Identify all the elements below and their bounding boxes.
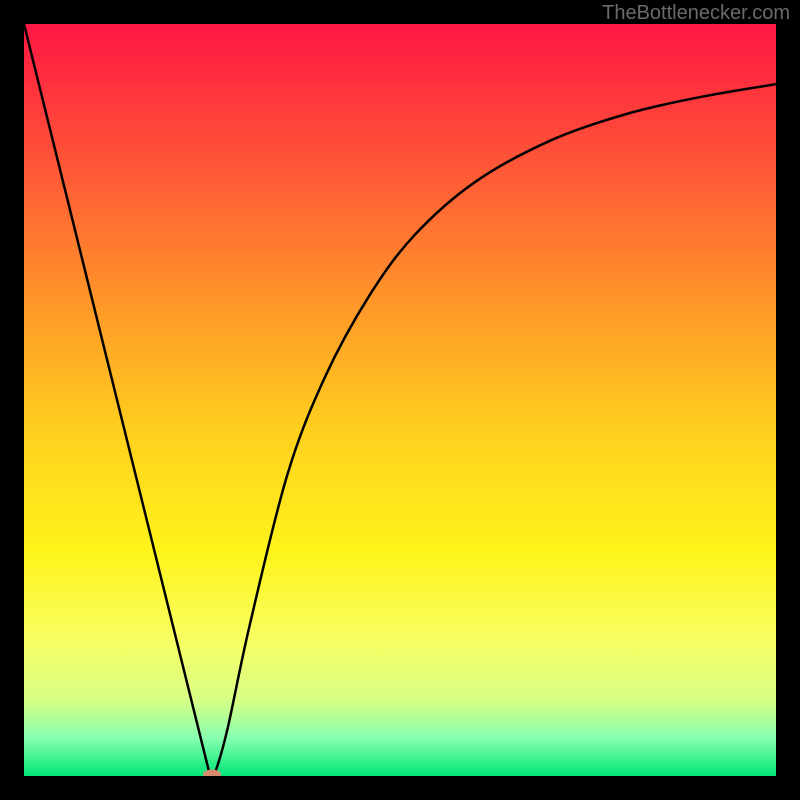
watermark-text: TheBottlenecker.com: [602, 2, 790, 25]
chart-svg: [24, 24, 776, 776]
gradient-background: [24, 24, 776, 776]
chart-frame: [24, 24, 776, 776]
